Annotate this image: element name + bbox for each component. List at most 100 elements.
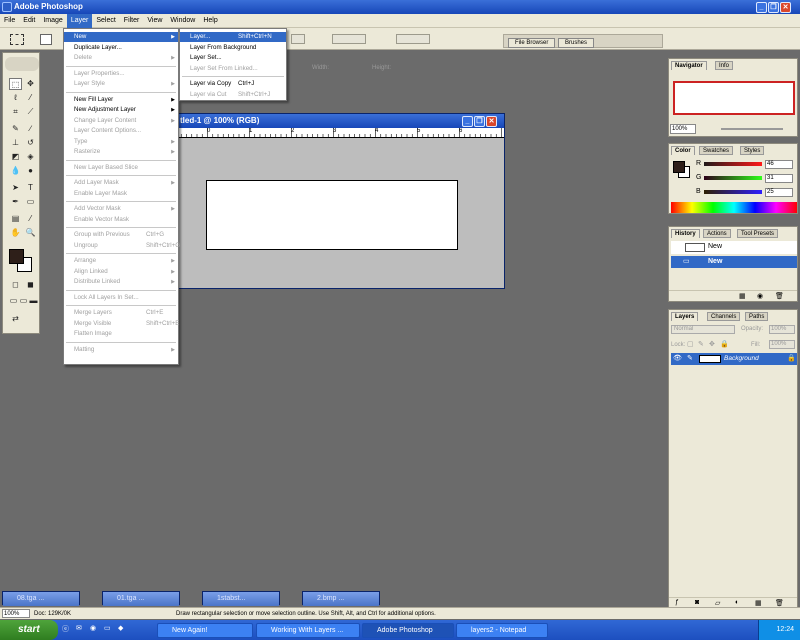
healing-brush-icon[interactable]: ✎ — [9, 123, 22, 135]
blur-tool-icon[interactable]: 💧 — [9, 165, 22, 177]
crop-tool-icon[interactable]: ⌗ — [9, 106, 22, 118]
menu-window[interactable]: Window — [166, 14, 199, 28]
menu-filter[interactable]: Filter — [120, 14, 144, 28]
layer-mask-icon[interactable]: ◙ — [695, 599, 699, 606]
start-button[interactable]: start — [0, 620, 58, 640]
dodge-tool-icon[interactable]: ● — [24, 165, 37, 177]
lock-image-icon[interactable]: ✎ — [698, 340, 704, 348]
menu-item-layer-via-cut[interactable]: Layer via Cut Shift+Ctrl+J — [180, 90, 286, 100]
menu-item-add-layer-mask[interactable]: Add Layer Mask ▶ — [64, 178, 178, 188]
lock-transparency-icon[interactable]: ▢ — [687, 340, 694, 348]
r-slider[interactable] — [704, 162, 762, 166]
foreground-color-swatch[interactable] — [9, 249, 24, 264]
menu-item-layer-set-from-linked[interactable]: Layer Set From Linked... — [180, 64, 286, 74]
layers-tab[interactable]: Layers — [671, 312, 699, 321]
new-document-from-state-icon[interactable]: ▦ — [739, 292, 746, 300]
layer-visibility-eye-icon[interactable]: 👁 — [673, 354, 682, 362]
task-adobe-photoshop[interactable]: Adobe Photoshop — [362, 623, 454, 638]
history-tab[interactable]: History — [671, 229, 700, 238]
image-canvas[interactable] — [206, 180, 458, 250]
navigator-preview[interactable] — [673, 81, 795, 115]
menu-item-type[interactable]: Type ▶ — [64, 137, 178, 147]
minimized-doc-2[interactable]: 01.tga ... — [102, 591, 180, 606]
standard-mode-icon[interactable]: ◻ — [9, 279, 22, 291]
hand-tool-icon[interactable]: ✋ — [9, 227, 22, 239]
slice-tool-icon[interactable]: ⟋ — [24, 106, 37, 118]
doc-minimize-button[interactable]: _ — [462, 116, 473, 127]
menu-item-new-adjustment-layer[interactable]: New Adjustment Layer ▶ — [64, 105, 178, 115]
menu-item-layer-via-copy[interactable]: Layer via Copy Ctrl+J — [180, 79, 286, 89]
delete-state-icon[interactable]: 🗑 — [775, 292, 784, 300]
b-slider[interactable] — [704, 190, 762, 194]
type-tool-icon[interactable]: T — [24, 182, 37, 194]
move-tool-icon[interactable]: ✥ — [24, 78, 37, 90]
menu-item-merge-layers[interactable]: Merge Layers Ctrl+E — [64, 308, 178, 318]
menu-item-flatten-image[interactable]: Flatten Image — [64, 329, 178, 339]
quick-mask-icon[interactable]: ◼ — [24, 279, 37, 291]
quicklaunch-ie-icon[interactable]: ⓔ — [62, 624, 69, 634]
shape-tool-icon[interactable]: ▭ — [24, 196, 37, 208]
lasso-tool-icon[interactable]: ℓ — [9, 92, 22, 104]
height-field[interactable] — [396, 34, 430, 44]
jump-to-imageready-icon[interactable]: ⇄ — [9, 313, 22, 325]
style-dropdown[interactable] — [291, 34, 305, 44]
maximize-button[interactable]: ❐ — [768, 2, 779, 13]
close-button[interactable]: ✕ — [780, 2, 791, 13]
new-snapshot-icon[interactable]: ◉ — [757, 292, 763, 300]
menu-item-layer-properties[interactable]: Layer Properties... — [64, 69, 178, 79]
minimized-doc-1[interactable]: 08.tga ... — [2, 591, 80, 606]
screen-mode-full-icon[interactable]: ▬ — [27, 295, 40, 307]
info-tab[interactable]: Info — [715, 61, 734, 70]
navigator-zoom-field[interactable]: 100% — [670, 124, 696, 134]
task-new-again[interactable]: New Again! — [157, 623, 253, 638]
tool-presets-tab[interactable]: Tool Presets — [737, 229, 779, 238]
r-value[interactable]: 46 — [765, 160, 793, 169]
quicklaunch-email-icon[interactable]: ✉ — [76, 624, 82, 632]
width-field[interactable] — [332, 34, 366, 44]
menu-item-delete[interactable]: Delete ▶ — [64, 53, 178, 63]
clone-stamp-icon[interactable]: ⊥ — [9, 137, 22, 149]
menu-view[interactable]: View — [143, 14, 166, 28]
menu-layer[interactable]: Layer — [66, 14, 93, 28]
path-selection-icon[interactable]: ➤ — [9, 182, 22, 194]
magic-wand-icon[interactable]: ⁄ — [24, 92, 37, 104]
styles-tab[interactable]: Styles — [740, 146, 765, 155]
menu-item-lock-all-layers-in-set[interactable]: Lock All Layers In Set... — [64, 293, 178, 303]
doc-maximize-button[interactable]: ❐ — [474, 116, 485, 127]
pen-tool-icon[interactable]: ✒ — [9, 196, 22, 208]
minimize-button[interactable]: _ — [756, 2, 767, 13]
adobe-online-icon[interactable] — [5, 57, 39, 71]
menu-edit[interactable]: Edit — [19, 14, 39, 28]
paint-bucket-icon[interactable]: ◈ — [24, 151, 37, 163]
menu-item-layer-from-background[interactable]: Layer From Background — [180, 43, 286, 53]
menu-item-merge-visible[interactable]: Merge Visible Shift+Ctrl+E — [64, 319, 179, 329]
blend-mode-dropdown[interactable]: Normal — [671, 325, 735, 334]
lock-all-icon[interactable]: 🔒 — [720, 340, 729, 348]
zoom-slider[interactable] — [721, 128, 783, 130]
swatches-tab[interactable]: Swatches — [699, 146, 734, 155]
layer-row-background[interactable]: 👁 ✎ Background 🔒 — [671, 353, 797, 365]
task-layers2-notepad[interactable]: layers2 - Notepad — [456, 623, 548, 638]
quicklaunch-app-icon[interactable]: ◆ — [118, 624, 123, 632]
lock-position-icon[interactable]: ✥ — [709, 340, 715, 348]
marquee-tool-icon[interactable]: ⬚ — [9, 78, 22, 90]
marquee-preset-icon[interactable] — [10, 34, 24, 45]
new-set-icon[interactable]: ▱ — [715, 599, 720, 607]
menu-item-enable-layer-mask[interactable]: Enable Layer Mask — [64, 189, 178, 199]
notes-tool-icon[interactable]: ▤ — [9, 213, 22, 225]
history-brush-icon[interactable]: ↺ — [24, 137, 37, 149]
menu-item-rasterize[interactable]: Rasterize ▶ — [64, 147, 178, 157]
delete-layer-icon[interactable]: 🗑 — [775, 599, 784, 607]
status-zoom-field[interactable]: 100% — [2, 609, 30, 618]
menu-item-duplicate-layer[interactable]: Duplicate Layer... — [64, 43, 178, 53]
new-layer-icon[interactable]: ▦ — [755, 599, 762, 607]
menu-item-layer-content-options[interactable]: Layer Content Options... — [64, 126, 178, 136]
menu-item-arrange[interactable]: Arrange ▶ — [64, 256, 178, 266]
layer-style-icon[interactable]: ƒ — [675, 599, 679, 606]
menu-item-add-vector-mask[interactable]: Add Vector Mask ▶ — [64, 204, 178, 214]
menu-image[interactable]: Image — [39, 14, 66, 28]
brushes-tab[interactable]: Brushes — [558, 38, 595, 48]
doc-close-button[interactable]: ✕ — [486, 116, 497, 127]
g-value[interactable]: 31 — [765, 174, 793, 183]
menu-item-new-layer-based-slice[interactable]: New Layer Based Slice — [64, 163, 178, 173]
